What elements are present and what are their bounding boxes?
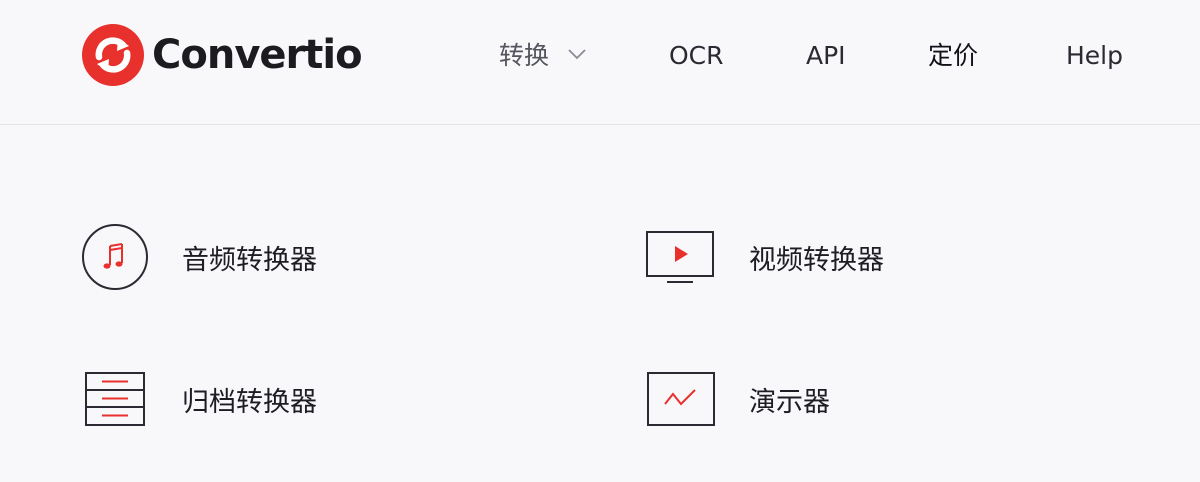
nav-convert-label: 转换 [499,41,550,70]
menu-item-audio-converter[interactable]: 音频转换器 [80,222,317,292]
nav-convert-dropdown[interactable]: 转换 [499,38,587,74]
brand-name: Convertio [152,32,363,78]
video-play-icon [645,222,715,292]
presentation-icon [645,364,715,434]
converter-menu: 音频转换器 视频转换器 归档转换器 演示器 [0,125,1200,482]
menu-item-label: 视频转换器 [749,244,884,276]
menu-item-archive-converter[interactable]: 归档转换器 [80,364,317,434]
nav-api[interactable]: API [806,38,846,74]
brand-logo-link[interactable]: Convertio [82,24,363,86]
menu-item-presentation-converter[interactable]: 演示器 [645,364,830,434]
music-note-icon [80,222,150,292]
nav-ocr[interactable]: OCR [669,38,724,74]
menu-item-video-converter[interactable]: 视频转换器 [645,222,884,292]
menu-item-label: 演示器 [749,386,830,418]
menu-item-label: 归档转换器 [182,386,317,418]
site-header: Convertio 转换 OCR API 定价 Help [0,0,1200,125]
nav-help[interactable]: Help [1066,38,1123,74]
convertio-logo-icon [82,24,144,86]
menu-item-label: 音频转换器 [182,244,317,276]
archive-box-icon [80,364,150,434]
nav-pricing[interactable]: 定价 [928,38,978,74]
chevron-down-icon [568,49,586,60]
